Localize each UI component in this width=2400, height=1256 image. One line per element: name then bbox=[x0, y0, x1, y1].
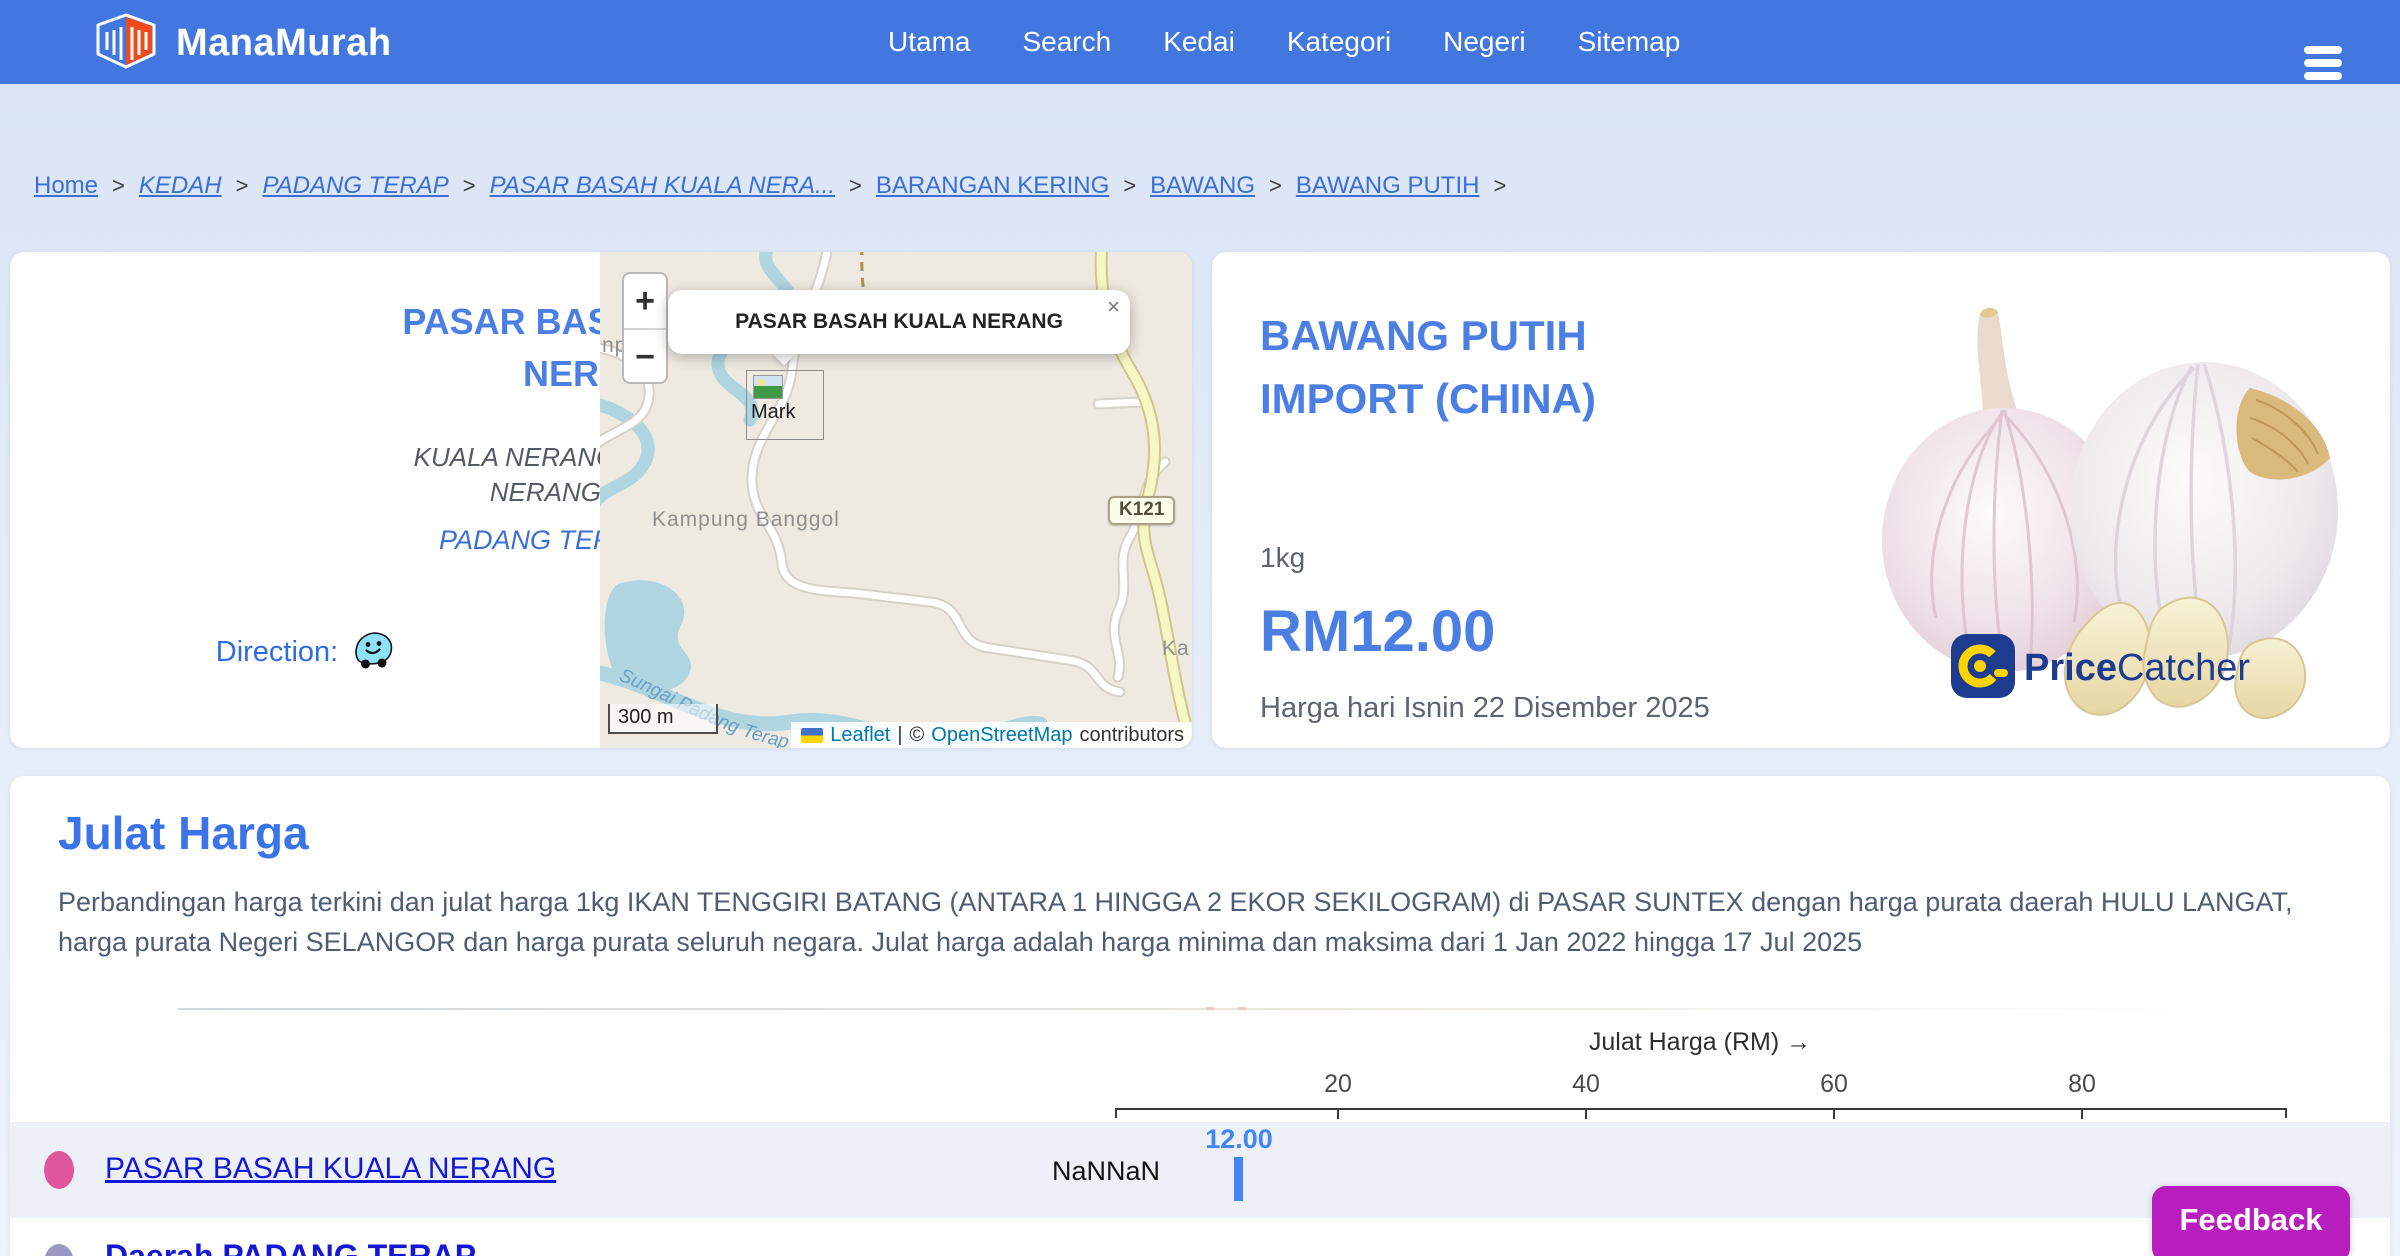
price-range-description: Perbandingan harga terkini dan julat har… bbox=[58, 887, 2293, 957]
road-badge-k121: K121 bbox=[1108, 496, 1176, 525]
attribution-divider: | bbox=[897, 723, 903, 746]
feedback-button[interactable]: Feedback bbox=[2152, 1186, 2350, 1256]
nav-utama[interactable]: Utama bbox=[888, 26, 970, 58]
chart-row-district: Daerah PADANG TERAP bbox=[10, 1232, 2390, 1256]
osm-link[interactable]: OpenStreetMap bbox=[931, 724, 1072, 747]
waze-icon[interactable] bbox=[352, 630, 394, 675]
chart-axis-title: Julat Harga (RM) → bbox=[1588, 1028, 1812, 1056]
axis-tick-80 bbox=[2081, 1110, 2083, 1119]
axis-label-40: 40 bbox=[1572, 1070, 1600, 1098]
map-edge-label-right: Ka bbox=[1162, 637, 1190, 660]
row-dot-pink bbox=[44, 1151, 74, 1189]
product-card: BAWANG PUTIH IMPORT (CHINA) 1kg RM12.00 … bbox=[1212, 252, 2390, 748]
breadcrumb-separator: > bbox=[849, 173, 862, 198]
breadcrumb-item[interactable]: BAWANG PUTIH bbox=[1296, 172, 1480, 200]
leaflet-map[interactable]: Sungai Padang Terap Kampung Banggol np K… bbox=[600, 252, 1192, 748]
direction-row: Direction: bbox=[10, 630, 600, 675]
price-range-section: Julat Harga Perbandingan harga terkini d… bbox=[10, 776, 2390, 1256]
brand-logo[interactable]: ManaMurah bbox=[94, 10, 392, 77]
row-dot-purple bbox=[44, 1244, 74, 1256]
nav-sitemap[interactable]: Sitemap bbox=[1578, 26, 1681, 58]
breadcrumb-district[interactable]: PADANG TERAP bbox=[262, 172, 448, 200]
product-unit: 1kg bbox=[1260, 542, 1306, 573]
zoom-out-button[interactable]: − bbox=[624, 330, 666, 382]
broken-image-icon bbox=[753, 375, 783, 399]
nav-search[interactable]: Search bbox=[1022, 26, 1111, 58]
breadcrumb-state[interactable]: KEDAH bbox=[139, 172, 222, 200]
header: ManaMurah Utama Search Kedai Kategori Ne… bbox=[0, 0, 2400, 84]
breadcrumb-separator: > bbox=[235, 173, 249, 198]
axis-end-tick bbox=[1115, 1108, 1117, 1118]
chart-marker-speck bbox=[1206, 1007, 1214, 1010]
nav-kategori[interactable]: Kategori bbox=[1287, 26, 1391, 58]
ukraine-flag-icon bbox=[801, 727, 824, 743]
map-popup: PASAR BASAH KUALA NERANG × bbox=[668, 290, 1130, 354]
map-place-label: Kampung Banggol bbox=[652, 508, 840, 531]
zoom-in-button[interactable]: + bbox=[624, 274, 666, 328]
axis-tick-20 bbox=[1337, 1110, 1339, 1119]
axis-tick-40 bbox=[1585, 1110, 1587, 1119]
main-nav: Utama Search Kedai Kategori Negeri Sitem… bbox=[888, 0, 1680, 84]
pricecatcher-wordmark: PriceCatcher bbox=[2024, 647, 2251, 689]
map-popup-title: PASAR BASAH KUALA NERANG bbox=[735, 310, 1063, 333]
product-price-date: Harga hari Isnin 22 Disember 2025 bbox=[1260, 692, 1710, 724]
manamurah-logo-icon bbox=[94, 10, 158, 77]
map-marker[interactable]: Mark bbox=[746, 370, 824, 440]
breadcrumb-separator: > bbox=[462, 173, 476, 198]
product-image-garlic: PriceCatcher bbox=[1852, 258, 2384, 742]
nav-negeri[interactable]: Negeri bbox=[1443, 26, 1525, 58]
breadcrumb-market[interactable]: PASAR BASAH KUALA NERA... bbox=[490, 172, 835, 200]
axis-label-20: 20 bbox=[1324, 1070, 1352, 1098]
copyright-symbol: © bbox=[909, 723, 925, 746]
row-bar-marker bbox=[1234, 1157, 1243, 1201]
axis-tick-60 bbox=[1833, 1110, 1835, 1119]
product-title: BAWANG PUTIH IMPORT (CHINA) bbox=[1260, 312, 1596, 422]
breadcrumb-category[interactable]: BARANGAN KERING bbox=[876, 172, 1109, 200]
hamburger-menu-icon[interactable] bbox=[2304, 46, 2342, 80]
breadcrumb-home[interactable]: Home bbox=[34, 172, 98, 200]
axis-label-60: 60 bbox=[1820, 1070, 1848, 1098]
attribution-suffix: contributors bbox=[1079, 723, 1185, 746]
row-bar-value: 12.00 bbox=[1205, 1124, 1273, 1154]
row-district-link[interactable]: Daerah PADANG TERAP bbox=[105, 1238, 476, 1256]
price-range-heading: Julat Harga bbox=[58, 807, 309, 859]
marker-alt-text: Mark bbox=[751, 401, 796, 423]
axis-end-tick bbox=[2285, 1108, 2287, 1118]
popup-close-icon[interactable]: × bbox=[1107, 294, 1120, 320]
axis-label-80: 80 bbox=[2068, 1070, 2096, 1098]
chart-marker-speck bbox=[1238, 1007, 1246, 1010]
row-market-link[interactable]: PASAR BASAH KUALA NERANG bbox=[105, 1152, 556, 1186]
chart-row-market: PASAR BASAH KUALA NERANG NaNNaN 12.00 bbox=[10, 1122, 2390, 1218]
breadcrumb-separator: > bbox=[1493, 173, 1507, 198]
breadcrumb-separator: > bbox=[1123, 173, 1137, 198]
map-attribution: Leaflet | © OpenStreetMap contributors bbox=[791, 722, 1192, 748]
row-range-label: NaNNaN bbox=[1051, 1156, 1160, 1186]
breadcrumb: Home > KEDAH > PADANG TERAP > PASAR BASA… bbox=[34, 172, 1506, 200]
market-card: PASAR BASAH KUALA NERANG KUALA NERANG,06… bbox=[10, 252, 1192, 748]
map-zoom-control: + − bbox=[622, 272, 668, 384]
chart-top-border bbox=[178, 1008, 2230, 1010]
brand-name: ManaMurah bbox=[176, 22, 392, 64]
breadcrumb-separator: > bbox=[1269, 173, 1282, 198]
nav-kedai[interactable]: Kedai bbox=[1163, 26, 1235, 58]
breadcrumb-separator: > bbox=[112, 173, 125, 198]
breadcrumb-subcategory[interactable]: BAWANG bbox=[1150, 172, 1255, 200]
product-price: RM12.00 bbox=[1260, 599, 1496, 664]
pricecatcher-logo-icon bbox=[1950, 633, 2016, 704]
direction-label: Direction: bbox=[215, 636, 339, 668]
map-scale-control: 300 m bbox=[608, 704, 718, 734]
pricecatcher-watermark: PriceCatcher bbox=[1950, 633, 2250, 704]
chart-axis-line bbox=[1115, 1108, 2287, 1110]
leaflet-link[interactable]: Leaflet bbox=[830, 724, 890, 747]
